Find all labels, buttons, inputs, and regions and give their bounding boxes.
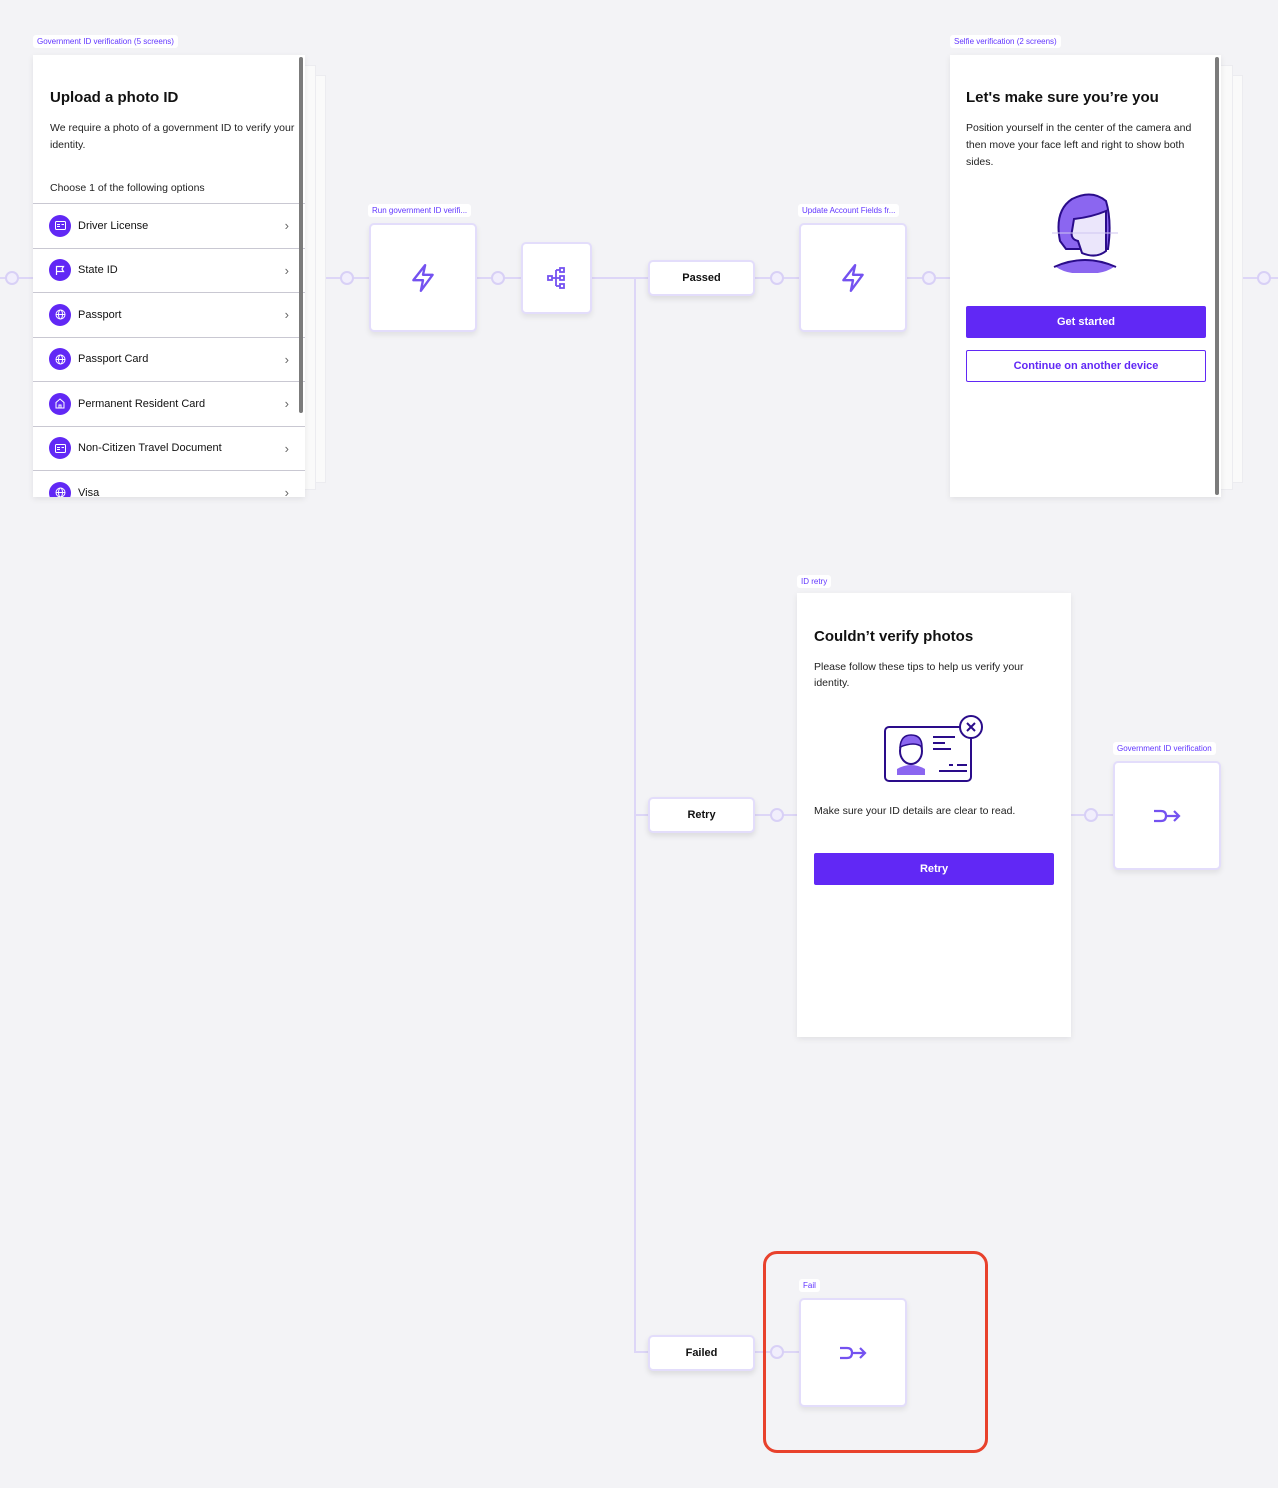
screen-tag: Selfie verification (2 screens) (950, 35, 1061, 48)
connector (634, 814, 648, 816)
node-tag: Update Account Fields fr... (798, 204, 900, 217)
run-verification-node[interactable] (369, 223, 477, 332)
connector-port[interactable] (770, 271, 784, 285)
id-option-row[interactable]: Non-Citizen Travel Document › (33, 425, 305, 470)
id-option-row[interactable]: Visa › (33, 470, 305, 497)
connector (592, 277, 648, 279)
chevron-right-icon: › (284, 485, 289, 497)
chevron-right-icon: › (284, 351, 289, 367)
chevron-right-icon: › (284, 396, 289, 411)
retry-button[interactable]: Retry (814, 853, 1054, 885)
globe-icon (49, 348, 71, 370)
branch-passed[interactable]: Passed (648, 260, 755, 296)
id-card-icon (49, 437, 71, 459)
chevron-right-icon: › (284, 262, 289, 278)
screen-tag: ID retry (797, 575, 832, 588)
screen-title: Couldn’t verify photos (814, 628, 974, 645)
goto-fail-node[interactable] (799, 1298, 907, 1407)
option-label: Non-Citizen Travel Document (78, 442, 222, 454)
flag-icon (49, 259, 71, 281)
id-option-row[interactable]: Passport › (33, 292, 305, 336)
id-option-row[interactable]: Driver License › (33, 203, 305, 247)
connector-port[interactable] (340, 271, 354, 285)
connector-port[interactable] (922, 271, 936, 285)
continue-another-device-button[interactable]: Continue on another device (966, 350, 1206, 382)
branch-retry[interactable]: Retry (648, 797, 755, 833)
gov-id-screen-card[interactable]: Upload a photo ID We require a photo of … (33, 55, 305, 497)
choose-label: Choose 1 of the following options (50, 182, 205, 194)
tip-text: Make sure your ID details are clear to r… (814, 805, 1016, 817)
globe-icon (49, 303, 71, 326)
option-label: Permanent Resident Card (78, 397, 206, 410)
branch-icon (546, 267, 565, 289)
connector-port[interactable] (491, 271, 505, 285)
selfie-illustration (1052, 193, 1118, 273)
id-card-icon (49, 214, 71, 237)
selfie-screen-card[interactable]: Let's make sure you’re you Position your… (950, 55, 1221, 497)
screen-title: Let's make sure you’re you (966, 89, 1159, 106)
goto-arrow-icon (840, 1346, 867, 1359)
branch-failed[interactable]: Failed (648, 1335, 755, 1371)
id-option-row[interactable]: State ID › (33, 247, 305, 292)
node-tag: Fail (799, 1279, 820, 1292)
update-account-fields-node[interactable] (799, 223, 907, 332)
id-option-row[interactable]: Permanent Resident Card › (33, 381, 305, 425)
node-tag: Government ID verification (1113, 742, 1216, 755)
goto-gov-id-verification-node[interactable] (1113, 761, 1221, 870)
option-label: State ID (78, 264, 118, 276)
screen-tag: Government ID verification (5 screens) (33, 35, 178, 48)
connector (634, 1351, 648, 1353)
screen-description: We require a photo of a government ID to… (50, 122, 295, 151)
home-icon (49, 392, 71, 415)
scrollbar[interactable] (299, 57, 303, 413)
screen-description: Position yourself in the center of the c… (966, 122, 1192, 168)
option-label: Passport (78, 308, 122, 321)
screen-title: Upload a photo ID (50, 89, 179, 106)
scrollbar[interactable] (1215, 57, 1219, 495)
id-option-row[interactable]: Passport Card › (33, 336, 305, 381)
node-tag: Run government ID verifi... (368, 204, 472, 217)
option-label: Driver License (78, 219, 149, 232)
lightning-icon (842, 263, 864, 292)
connector-port[interactable] (5, 271, 19, 285)
option-label: Passport Card (78, 353, 149, 365)
connector-port[interactable] (1084, 808, 1098, 822)
option-label: Visa (78, 486, 100, 498)
get-started-button[interactable]: Get started (966, 306, 1206, 338)
chevron-right-icon: › (284, 307, 289, 322)
id-error-illustration (884, 715, 983, 782)
screen-description: Please follow these tips to help us veri… (814, 661, 1024, 689)
lightning-icon (412, 263, 434, 292)
globe-icon (49, 481, 71, 497)
chevron-right-icon: › (284, 440, 289, 456)
id-retry-screen-card[interactable]: Couldn’t verify photos Please follow the… (797, 593, 1071, 1037)
chevron-right-icon: › (284, 218, 289, 233)
goto-arrow-icon (1154, 809, 1181, 822)
connector-port[interactable] (770, 808, 784, 822)
connector-port[interactable] (1257, 271, 1271, 285)
branch-node[interactable] (521, 242, 592, 314)
